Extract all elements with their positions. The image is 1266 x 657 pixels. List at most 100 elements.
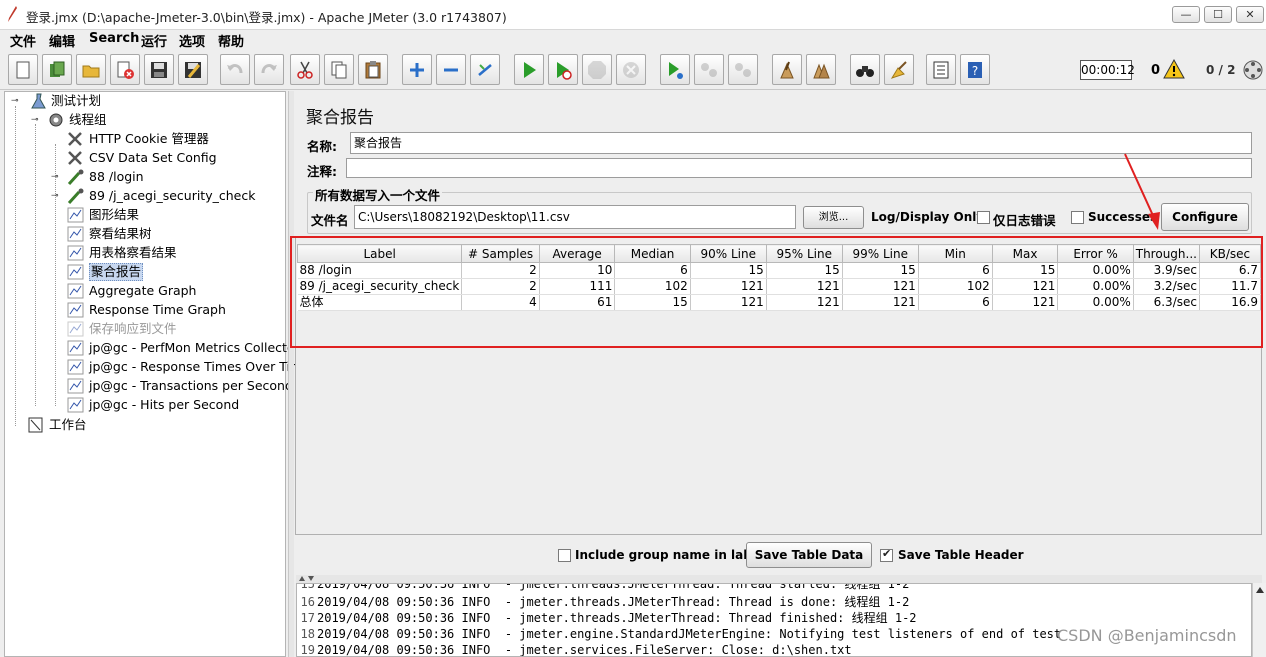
cell-label: 89 /j_acegi_security_check	[297, 278, 463, 295]
scroll-up-arrow-icon[interactable]	[1255, 586, 1265, 594]
search-button[interactable]	[850, 54, 880, 85]
col-header-min[interactable]: Min	[917, 244, 993, 263]
menu-options[interactable]: 选项	[179, 31, 205, 50]
save-button[interactable]	[144, 54, 174, 85]
menu-run[interactable]: 运行	[141, 31, 167, 50]
comment-field[interactable]	[346, 158, 1252, 178]
log-line: 15 2019/04/08 09:50:36 INFO - jmeter.thre…	[300, 583, 910, 591]
table-row[interactable]: 88 /login 2 10 6 15 15 15 6 15 0.00% 3.9…	[297, 262, 1262, 279]
col-header-99-line[interactable]: 99% Line	[841, 244, 919, 263]
log-panel[interactable]: 15 2019/04/08 09:50:36 INFO - jmeter.thre…	[296, 583, 1252, 657]
browse-button[interactable]: 浏览...	[803, 206, 864, 229]
cell-error-pct: 0.00%	[1057, 278, 1134, 295]
cell-median: 6	[614, 262, 691, 279]
col-header-samples[interactable]: # Samples	[461, 244, 540, 263]
cell-kb-sec: 16.9	[1199, 294, 1262, 311]
filename-field[interactable]: C:\Users\18082192\Desktop\11.csv	[354, 205, 796, 229]
close-icon	[117, 61, 134, 79]
toggle-button[interactable]	[470, 54, 500, 85]
paste-button[interactable]	[358, 54, 388, 85]
new-button[interactable]	[8, 54, 38, 85]
errors-only-checkbox[interactable]	[977, 211, 990, 224]
save-table-data-button[interactable]: Save Table Data	[746, 542, 872, 568]
log-display-label: Log/Display Only:	[871, 210, 989, 224]
remote-stop-icon	[701, 63, 717, 77]
help-button[interactable]: ?	[960, 54, 990, 85]
name-field[interactable]: 聚合报告	[350, 132, 1252, 154]
cell-median: 102	[614, 278, 691, 295]
col-header-max[interactable]: Max	[991, 244, 1059, 263]
help-icon: ?	[968, 62, 982, 78]
col-header-error-pct[interactable]: Error %	[1057, 244, 1134, 263]
menu-help[interactable]: 帮助	[218, 31, 244, 50]
save-table-header-checkbox[interactable]	[880, 547, 893, 562]
start-button[interactable]	[514, 54, 544, 85]
minimize-button[interactable]: —	[1172, 6, 1200, 23]
col-header-label[interactable]: Label	[296, 244, 463, 263]
include-group-label: Include group name in label?	[575, 548, 772, 562]
svg-text:?: ?	[972, 64, 978, 78]
stop-icon	[588, 61, 606, 79]
stop-button[interactable]	[582, 54, 612, 85]
name-label: 名称:	[307, 139, 337, 154]
reset-search-button[interactable]	[884, 54, 914, 85]
clear-broom-icon	[780, 61, 794, 79]
clear-all-broom-icon	[813, 63, 830, 79]
clear-all-button[interactable]	[806, 54, 836, 85]
listener-graph-icon	[67, 207, 84, 223]
expand-toggle[interactable]: ⊸	[51, 192, 60, 201]
splitter-arrows-icon[interactable]	[298, 575, 318, 582]
undo-button[interactable]	[220, 54, 250, 85]
remote-stop-button[interactable]	[694, 54, 724, 85]
col-header-kb-sec[interactable]: KB/sec	[1198, 244, 1262, 263]
include-group-checkbox[interactable]	[558, 549, 571, 562]
col-header-throughput[interactable]: Through...	[1132, 244, 1200, 263]
table-row[interactable]: 89 /j_acegi_security_check 2 111 102 121…	[297, 278, 1262, 295]
configure-button[interactable]: Configure	[1161, 203, 1249, 231]
remote-engines-icon[interactable]	[1243, 60, 1263, 80]
remote-exit-button[interactable]	[728, 54, 758, 85]
collapse-all-button[interactable]	[436, 54, 466, 85]
copy-button[interactable]	[324, 54, 354, 85]
col-header-average[interactable]: Average	[538, 244, 616, 263]
table-row-total[interactable]: 总体 4 61 15 121 121 121 6 121 0.00% 6.3/s…	[297, 294, 1262, 311]
start-no-pauses-button[interactable]	[548, 54, 578, 85]
remote-start-button[interactable]	[660, 54, 690, 85]
menu-file[interactable]: 文件	[10, 31, 36, 50]
collapse-toggle[interactable]: ⊸	[31, 116, 40, 125]
close-window-button[interactable]: ✕	[1236, 6, 1264, 23]
toolbar: ?	[0, 50, 1266, 90]
cut-button[interactable]	[290, 54, 320, 85]
collapse-toggle[interactable]: ⊸	[11, 97, 20, 106]
log-scrollbar[interactable]	[1252, 583, 1266, 657]
col-header-95-line[interactable]: 95% Line	[765, 244, 843, 263]
expand-toggle[interactable]: ⊸	[51, 173, 60, 182]
expand-all-button[interactable]	[402, 54, 432, 85]
function-helper-button[interactable]	[926, 54, 956, 85]
panel-splitter[interactable]	[288, 91, 294, 657]
cell-95-line: 121	[766, 294, 843, 311]
cell-average: 111	[539, 278, 616, 295]
templates-button[interactable]	[42, 54, 72, 85]
cell-99-line: 15	[842, 262, 919, 279]
menu-edit[interactable]: 编辑	[49, 31, 75, 50]
clear-button[interactable]	[772, 54, 802, 85]
col-header-median[interactable]: Median	[614, 244, 691, 263]
save-as-button[interactable]	[178, 54, 208, 85]
cell-95-line: 15	[766, 262, 843, 279]
shutdown-button[interactable]	[616, 54, 646, 85]
menu-search[interactable]: Search	[89, 31, 139, 46]
close-file-button[interactable]	[110, 54, 140, 85]
cell-samples: 2	[461, 262, 540, 279]
log-splitter[interactable]	[296, 575, 1262, 583]
redo-button[interactable]	[254, 54, 284, 85]
listener-graph-icon	[67, 283, 84, 299]
warning-icon[interactable]	[1163, 59, 1185, 79]
comment-label: 注释:	[307, 164, 337, 179]
open-button[interactable]	[76, 54, 106, 85]
col-header-90-line[interactable]: 90% Line	[689, 244, 767, 263]
listener-graph-icon	[67, 264, 84, 280]
maximize-button[interactable]: ☐	[1204, 6, 1232, 23]
file-group-title: 所有数据写入一个文件	[313, 185, 443, 204]
successes-checkbox[interactable]	[1071, 211, 1084, 224]
